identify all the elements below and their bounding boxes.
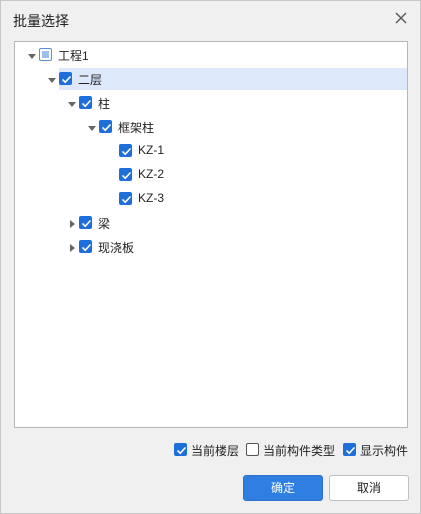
ok-button[interactable]: 确定 [243,475,323,501]
caret-down-icon[interactable] [27,50,37,60]
tree-node-label: 现浇板 [98,241,135,255]
current-floor-checkbox[interactable] [174,443,187,456]
tree-node[interactable]: 现浇板 [15,236,407,258]
tree-node[interactable]: KZ-3 [15,188,407,210]
show-components-checkbox[interactable] [343,443,356,456]
tree-node[interactable]: 框架柱 [15,116,407,138]
tree-node-label: KZ-1 [138,143,165,157]
tree-node-checkbox[interactable] [119,144,132,157]
tree-node-label: 二层 [78,73,103,87]
caret-down-icon[interactable] [87,122,97,132]
tree-node-label: KZ-2 [138,167,165,181]
batch-select-dialog: 批量选择 工程1 二层柱框架柱 KZ-1 KZ-2 KZ-3 梁现浇板 当前楼层 当前构件… [0,0,421,514]
caret-right-icon[interactable] [67,242,77,252]
tree-node-label: 工程1 [58,49,89,63]
tree-node-checkbox[interactable] [99,120,112,133]
tree-node[interactable]: 柱 [15,92,407,114]
caret-down-icon[interactable] [47,74,57,84]
tree-node-checkbox[interactable] [119,168,132,181]
caret-right-icon[interactable] [67,218,77,228]
selection-highlight [59,68,407,90]
tree-node[interactable]: 二层 [15,68,407,90]
component-tree: 工程1 二层柱框架柱 KZ-1 KZ-2 KZ-3 梁现浇板 [14,41,408,428]
tree-node[interactable]: KZ-2 [15,164,407,186]
tree-node[interactable]: 工程1 [15,44,407,66]
cancel-button[interactable]: 取消 [329,475,409,501]
show-components-label: 显示构件 [360,444,409,458]
tree-node-checkbox[interactable] [79,96,92,109]
tree-node-label: 框架柱 [118,121,155,135]
caret-down-icon[interactable] [67,98,77,108]
tree-node[interactable]: KZ-1 [15,140,407,162]
current-floor-label: 当前楼层 [191,444,240,458]
tree-node-checkbox[interactable] [59,72,72,85]
current-component-type-checkbox[interactable] [246,443,259,456]
tree-node-label: 柱 [98,97,111,111]
tree-node-label: KZ-3 [138,191,165,205]
tree-node-checkbox[interactable] [79,216,92,229]
tree-node-label: 梁 [98,217,111,231]
current-component-type-label: 当前构件类型 [263,444,336,458]
dialog-title: 批量选择 [13,13,69,29]
tree-node-checkbox[interactable] [39,48,52,61]
tree-node[interactable]: 梁 [15,212,407,234]
title-bar: 批量选择 [1,1,420,37]
tree-node-checkbox[interactable] [119,192,132,205]
close-icon[interactable] [392,9,410,27]
tree-node-checkbox[interactable] [79,240,92,253]
